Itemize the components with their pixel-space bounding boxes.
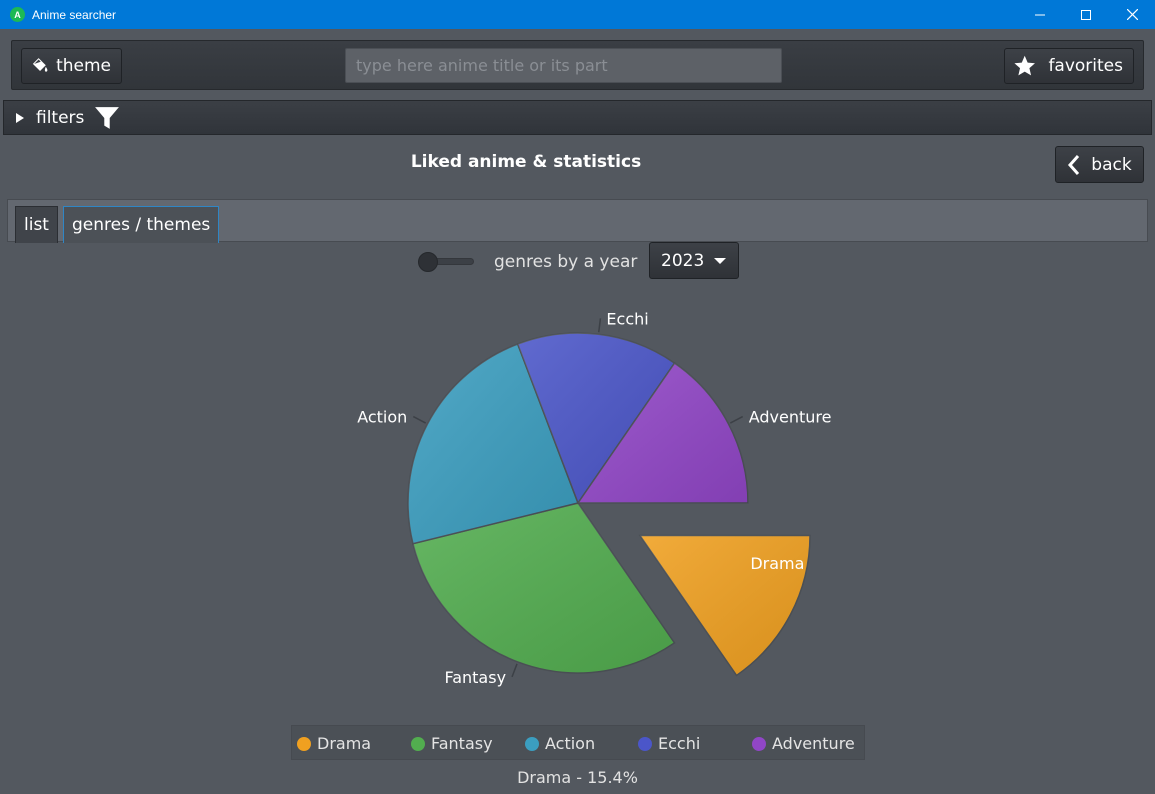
window-titlebar: A Anime searcher bbox=[0, 0, 1155, 29]
legend-label: Adventure bbox=[772, 734, 855, 753]
favorites-button[interactable]: favorites bbox=[1004, 48, 1134, 84]
top-toolbar: theme favorites bbox=[11, 40, 1144, 90]
favorites-button-label: favorites bbox=[1048, 56, 1123, 76]
legend-label: Action bbox=[545, 734, 596, 753]
maximize-button[interactable] bbox=[1063, 0, 1109, 29]
minimize-icon bbox=[1035, 14, 1045, 15]
legend-item-drama: Drama bbox=[297, 734, 371, 753]
year-select[interactable]: 2023 bbox=[649, 242, 739, 279]
theme-button[interactable]: theme bbox=[21, 48, 122, 84]
window-controls bbox=[1017, 0, 1155, 29]
filter-icon bbox=[95, 106, 120, 129]
window-title: Anime searcher bbox=[32, 7, 117, 22]
legend-item-adventure: Adventure bbox=[752, 734, 855, 753]
year-value: 2023 bbox=[661, 250, 705, 271]
legend-swatch bbox=[638, 736, 652, 751]
pie-label-action: Action bbox=[357, 408, 407, 427]
close-button[interactable] bbox=[1109, 0, 1155, 29]
genre-pie-chart: Drama Fantasy Action Ecchi Adventure bbox=[357, 309, 832, 687]
pie-label-adventure: Adventure bbox=[749, 408, 832, 427]
pie-label-leader bbox=[412, 415, 427, 424]
maximize-icon bbox=[1081, 9, 1091, 20]
tab-bar: list genres / themes bbox=[7, 199, 1148, 243]
toggle-knob bbox=[418, 252, 438, 272]
pie-label-fantasy: Fantasy bbox=[444, 668, 506, 687]
legend-item-action: Action bbox=[525, 734, 595, 753]
legend-label: Fantasy bbox=[431, 734, 493, 753]
search-input[interactable] bbox=[345, 48, 782, 83]
pie-label-leader bbox=[597, 318, 602, 333]
app-icon: A bbox=[10, 7, 25, 22]
close-icon bbox=[1126, 9, 1138, 20]
back-button[interactable]: back bbox=[1055, 146, 1144, 183]
star-icon bbox=[1014, 55, 1035, 76]
pie-label-drama: Drama bbox=[750, 554, 804, 573]
legend-swatch bbox=[411, 736, 425, 751]
legend-label: Ecchi bbox=[658, 734, 701, 753]
page-title: Liked anime & statistics bbox=[410, 152, 642, 172]
chevron-left-icon bbox=[1068, 154, 1080, 175]
chart-legend: Drama Fantasy Action Ecchi Adventure bbox=[291, 725, 865, 760]
legend-swatch bbox=[297, 736, 311, 751]
selected-slice-status: Drama - 15.4% bbox=[517, 768, 638, 787]
pie-label-leader bbox=[511, 663, 518, 678]
filters-toggle[interactable]: filters bbox=[3, 100, 1152, 135]
pie-label-leader bbox=[729, 415, 744, 424]
legend-item-ecchi: Ecchi bbox=[638, 734, 700, 753]
genres-by-year-toggle[interactable] bbox=[418, 252, 474, 272]
legend-item-fantasy: Fantasy bbox=[411, 734, 493, 753]
legend-swatch bbox=[752, 736, 766, 751]
pie-label-ecchi: Ecchi bbox=[606, 309, 648, 328]
legend-label: Drama bbox=[317, 734, 372, 753]
tab-genres-themes[interactable]: genres / themes bbox=[63, 206, 220, 243]
tab-list[interactable]: list bbox=[15, 206, 58, 243]
paint-bucket-icon bbox=[32, 58, 48, 72]
minimize-button[interactable] bbox=[1017, 0, 1063, 29]
theme-button-label: theme bbox=[56, 56, 111, 76]
back-button-label: back bbox=[1091, 154, 1132, 175]
legend-swatch bbox=[525, 736, 539, 751]
expand-arrow-icon bbox=[16, 112, 24, 123]
filters-label: filters bbox=[36, 107, 85, 128]
toggle-label: genres by a year bbox=[494, 252, 638, 272]
chevron-down-icon bbox=[714, 258, 726, 264]
